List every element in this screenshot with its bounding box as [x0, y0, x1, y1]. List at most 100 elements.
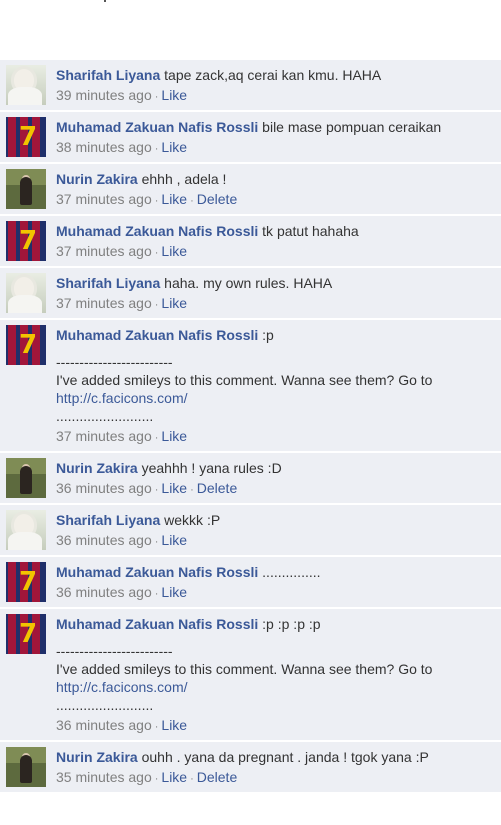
avatar[interactable]: [6, 169, 46, 209]
like-link[interactable]: Like: [161, 769, 187, 785]
comment-author-link[interactable]: Sharifah Liyana: [56, 67, 160, 83]
comment-line: Sharifah Liyana haha. my own rules. HAHA: [56, 274, 495, 292]
like-link[interactable]: Like: [161, 428, 187, 444]
notice-dashes: -------------------------: [56, 643, 173, 659]
like-link[interactable]: Like: [161, 191, 187, 207]
delete-link[interactable]: Delete: [197, 769, 237, 785]
comment-line: Muhamad Zakuan Nafis Rossli tk patut hah…: [56, 222, 495, 240]
like-link[interactable]: Like: [161, 717, 187, 733]
comment-author-link[interactable]: Sharifah Liyana: [56, 512, 160, 528]
comment-timestamp: 39 minutes ago: [56, 87, 152, 103]
comment-text: tape zack,aq cerai kan kmu. HAHA: [164, 67, 382, 83]
avatar[interactable]: [6, 458, 46, 498]
meta-separator: ·: [154, 299, 159, 311]
meta-separator: ·: [154, 247, 159, 259]
avatar[interactable]: 7: [6, 117, 46, 157]
comment-timestamp: 37 minutes ago: [56, 191, 152, 207]
comment-meta: 36 minutes ago · Like: [56, 583, 495, 603]
comment-author-link[interactable]: Nurin Zakira: [56, 749, 138, 765]
comment-meta: 36 minutes ago · Like: [56, 716, 495, 736]
comment-timestamp: 36 minutes ago: [56, 717, 152, 733]
comment-meta: 35 minutes ago · Like · Delete: [56, 768, 495, 788]
comment-line: Nurin Zakira ehhh , adela !: [56, 170, 495, 188]
comment-author-link[interactable]: Muhamad Zakuan Nafis Rossli: [56, 223, 258, 239]
like-link[interactable]: Like: [161, 87, 187, 103]
comment-timestamp: 36 minutes ago: [56, 480, 152, 496]
comment-meta: 36 minutes ago · Like · Delete: [56, 479, 495, 499]
comment-author-link[interactable]: Muhamad Zakuan Nafis Rossli: [56, 327, 258, 343]
jersey-stripe: [8, 117, 16, 157]
comment-timestamp: 36 minutes ago: [56, 532, 152, 548]
comment-text: ouhh . yana da pregnant . janda ! tgok y…: [141, 749, 429, 765]
comment-item: Sharifah Liyana haha. my own rules. HAHA…: [0, 268, 501, 320]
comment-body: Muhamad Zakuan Nafis Rossli ............…: [56, 562, 495, 603]
meta-separator: ·: [154, 432, 159, 444]
comment-text: haha. my own rules. HAHA: [164, 275, 333, 291]
comment-meta: 36 minutes ago · Like: [56, 531, 495, 551]
avatar[interactable]: 7: [6, 562, 46, 602]
avatar[interactable]: [6, 747, 46, 787]
comment-timestamp: 35 minutes ago: [56, 769, 152, 785]
avatar[interactable]: [6, 273, 46, 313]
comment-meta: 37 minutes ago · Like: [56, 427, 495, 447]
comment-timestamp: 37 minutes ago: [56, 428, 152, 444]
jersey-number: 7: [19, 330, 38, 360]
jersey-number: 7: [19, 619, 38, 649]
comment-item: 7 Muhamad Zakuan Nafis Rossli :p :p :p :p…: [0, 609, 501, 742]
meta-separator: ·: [190, 484, 194, 496]
comment-text: :p: [262, 327, 274, 343]
comment-line: Muhamad Zakuan Nafis Rossli bile mase po…: [56, 118, 495, 136]
jersey-stripe: [8, 562, 16, 602]
comment-author-link[interactable]: Muhamad Zakuan Nafis Rossli: [56, 616, 258, 632]
comment-body: Muhamad Zakuan Nafis Rossli :p ----------…: [56, 325, 495, 447]
like-link[interactable]: Like: [161, 532, 187, 548]
like-link[interactable]: Like: [161, 584, 187, 600]
meta-separator: ·: [154, 773, 159, 785]
comment-text: ...............: [262, 564, 321, 580]
meta-separator: ·: [154, 536, 159, 548]
like-link[interactable]: Like: [161, 480, 187, 496]
comment-author-link[interactable]: Muhamad Zakuan Nafis Rossli: [56, 564, 258, 580]
facicons-link[interactable]: http://c.facicons.com/: [56, 678, 495, 696]
comment-author-link[interactable]: Nurin Zakira: [56, 460, 138, 476]
avatar[interactable]: 7: [6, 221, 46, 261]
comment-text: :p :p :p :p: [262, 616, 321, 632]
comment-meta: 37 minutes ago · Like: [56, 294, 495, 314]
comment-author-link[interactable]: Nurin Zakira: [56, 171, 138, 187]
meta-separator: ·: [154, 721, 159, 733]
meta-separator: ·: [154, 484, 159, 496]
facicons-link[interactable]: http://c.facicons.com/: [56, 389, 495, 407]
comment-author-link[interactable]: Sharifah Liyana: [56, 275, 160, 291]
avatar[interactable]: 7: [6, 614, 46, 654]
like-link[interactable]: Like: [161, 295, 187, 311]
comment-body: Muhamad Zakuan Nafis Rossli bile mase po…: [56, 117, 495, 158]
comment-line: Nurin Zakira yeahhh ! yana rules :D: [56, 459, 495, 477]
comment-line: Sharifah Liyana tape zack,aq cerai kan k…: [56, 66, 495, 84]
like-link[interactable]: Like: [161, 139, 187, 155]
comment-meta: 37 minutes ago · Like: [56, 242, 495, 262]
comment-author-link[interactable]: Muhamad Zakuan Nafis Rossli: [56, 119, 258, 135]
delete-link[interactable]: Delete: [197, 480, 237, 496]
avatar[interactable]: 7: [6, 325, 46, 365]
comment-line: Muhamad Zakuan Nafis Rossli ............…: [56, 563, 495, 581]
comment-timestamp: 37 minutes ago: [56, 295, 152, 311]
like-link[interactable]: Like: [161, 243, 187, 259]
comment-timestamp: 37 minutes ago: [56, 243, 152, 259]
meta-separator: ·: [190, 773, 194, 785]
jersey-stripe: [8, 614, 16, 654]
jersey-number: 7: [19, 226, 38, 256]
comment-text: tk patut hahaha: [262, 223, 359, 239]
comment-body: Sharifah Liyana haha. my own rules. HAHA…: [56, 273, 495, 314]
avatar[interactable]: [6, 510, 46, 550]
comment-item: 7 Muhamad Zakuan Nafis Rossli ...........…: [0, 557, 501, 609]
jersey-number: 7: [19, 122, 38, 152]
delete-link[interactable]: Delete: [197, 191, 237, 207]
comment-meta: 37 minutes ago · Like · Delete: [56, 190, 495, 210]
notice-dots: .........................: [56, 697, 154, 713]
avatar[interactable]: [6, 65, 46, 105]
comment-timestamp: 36 minutes ago: [56, 584, 152, 600]
comment-meta: 38 minutes ago · Like: [56, 138, 495, 158]
comment-body: Nurin Zakira ouhh . yana da pregnant . j…: [56, 747, 495, 788]
comment-body: Muhamad Zakuan Nafis Rossli tk patut hah…: [56, 221, 495, 262]
meta-separator: ·: [190, 195, 194, 207]
